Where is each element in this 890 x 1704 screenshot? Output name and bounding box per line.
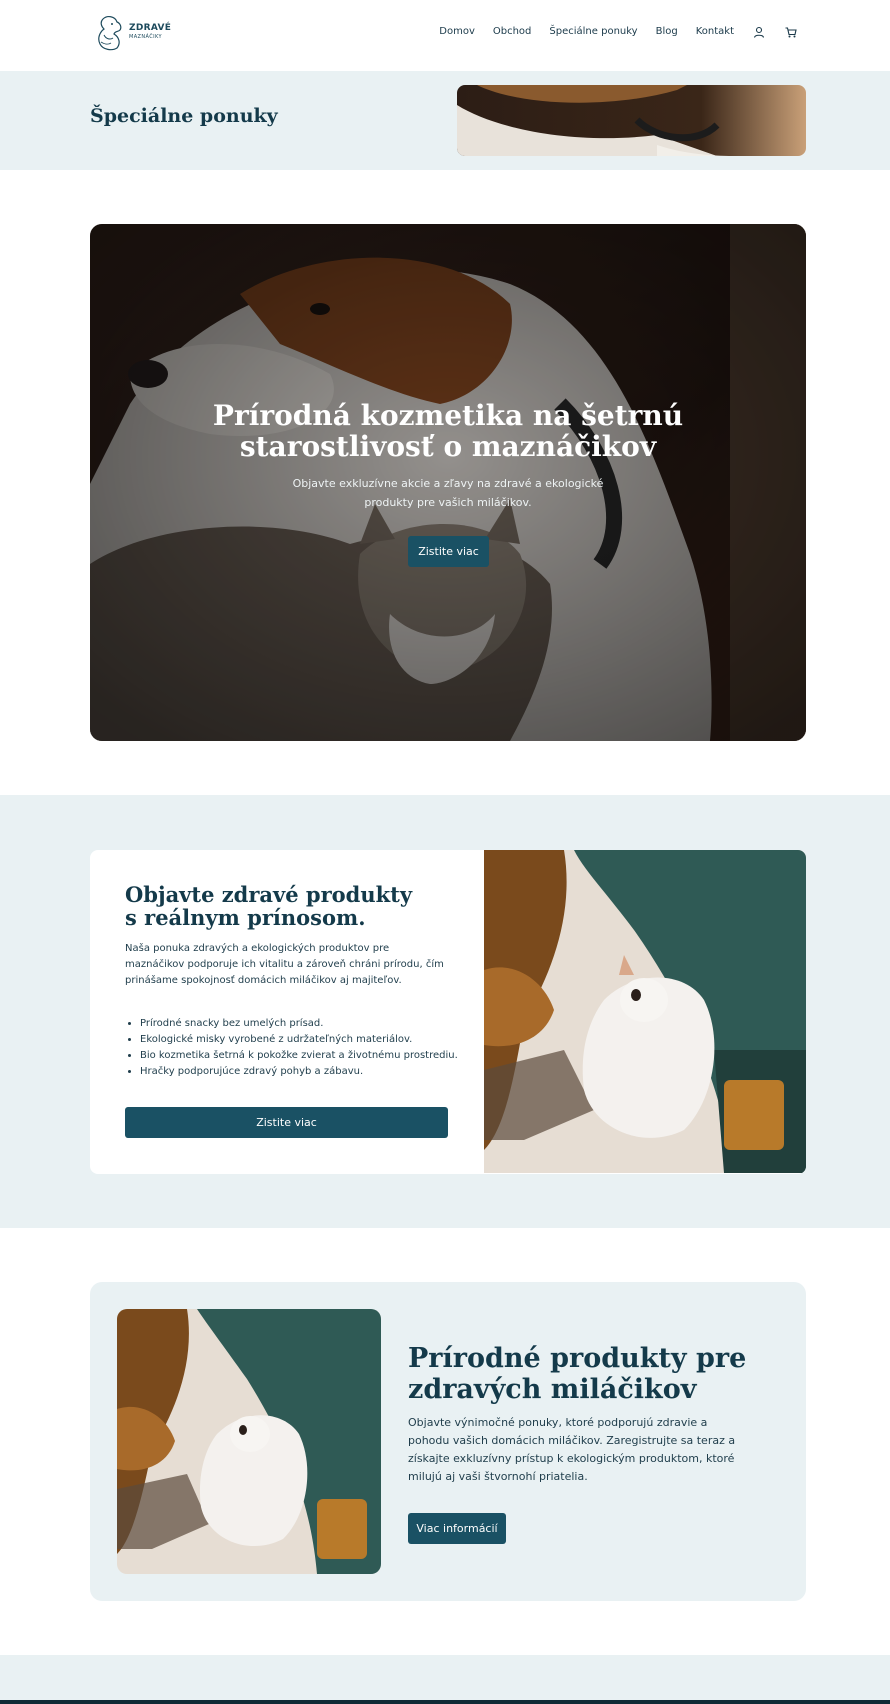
- dog-cat-logo-icon: [98, 16, 122, 51]
- dog-and-cat-promo-image: [117, 1309, 381, 1574]
- feature-cta-button[interactable]: Zistite viac: [125, 1107, 448, 1138]
- logo-name: ZDRAVÉ: [129, 23, 172, 33]
- promo-title: Prírodné produkty pre zdravých miláčikov: [408, 1343, 747, 1405]
- list-item: Hračky podporujúce zdravý pohyb a zábavu…: [140, 1064, 470, 1080]
- site-logo[interactable]: ZDRAVÉ MAZNÁČIKY: [95, 13, 171, 51]
- nav-item-special-offers[interactable]: Špeciálne ponuky: [549, 26, 637, 37]
- nav-item-home[interactable]: Domov: [439, 26, 475, 37]
- feature-text: Naša ponuka zdravých a ekologických prod…: [125, 943, 444, 986]
- user-icon[interactable]: [752, 24, 766, 38]
- nav-item-contact[interactable]: Kontakt: [696, 26, 734, 37]
- dog-and-cat-under-sofa-image: [484, 850, 806, 1173]
- footer-band: [0, 1655, 890, 1704]
- feature-title-line2: s reálnym prínosom.: [125, 905, 366, 930]
- promo-text: Objavte výnimočné ponuky, ktoré podporuj…: [408, 1416, 736, 1483]
- feature-title: Objavte zdravé produkty s reálnym prínos…: [125, 883, 465, 929]
- nav-item-shop[interactable]: Obchod: [493, 26, 532, 37]
- list-item: Bio kozmetika šetrná k pokožke zvierat a…: [140, 1048, 470, 1064]
- page-title: Špeciálne ponuky: [90, 105, 278, 127]
- dog-banner-image: [457, 85, 806, 156]
- hero-subtitle: Objavte exkluzívne akcie a zľavy na zdra…: [292, 477, 604, 509]
- feature-card: Objavte zdravé produkty s reálnym prínos…: [90, 850, 806, 1174]
- logo-tagline: MAZNÁČIKY: [129, 34, 162, 40]
- list-item: Prírodné snacky bez umelých prísad.: [140, 1016, 470, 1032]
- nav-item-blog[interactable]: Blog: [656, 26, 678, 37]
- promo-cta-button[interactable]: Viac informácií: [408, 1513, 506, 1544]
- feature-title-line1: Objavte zdravé produkty: [125, 882, 413, 907]
- footer-divider: [0, 1700, 890, 1704]
- feature-bullet-list: Prírodné snacky bez umelých prísad. Ekol…: [140, 1016, 470, 1080]
- hero-title: Prírodná kozmetika na šetrnú starostlivo…: [212, 399, 684, 463]
- hero-banner: Prírodná kozmetika na šetrnú starostlivo…: [90, 224, 806, 741]
- hero-cta-button[interactable]: Zistite viac: [408, 536, 489, 567]
- main-nav: Domov Obchod Špeciálne ponuky Blog Konta…: [439, 24, 798, 38]
- cart-icon[interactable]: [784, 24, 798, 38]
- site-header: ZDRAVÉ MAZNÁČIKY Domov Obchod Špeciálne …: [0, 0, 890, 71]
- list-item: Ekologické misky vyrobené z udržateľných…: [140, 1032, 470, 1048]
- promo-card: Prírodné produkty pre zdravých miláčikov…: [90, 1282, 806, 1601]
